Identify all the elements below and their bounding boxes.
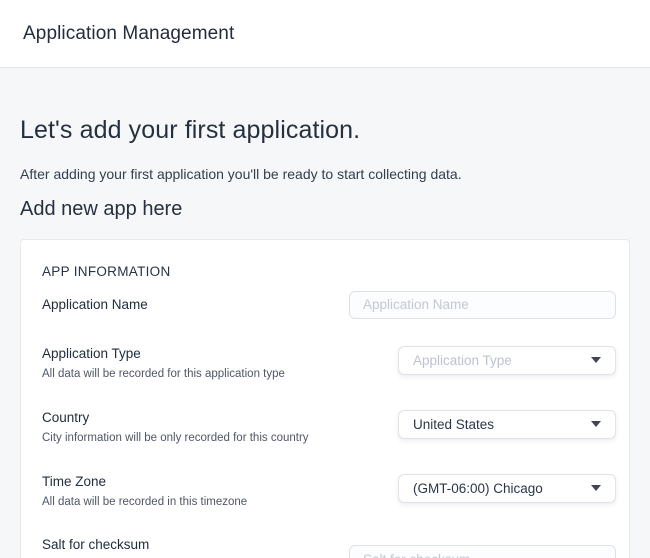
hero-heading: Let's add your first application. (20, 115, 630, 145)
hero-subheading: After adding your first application you'… (20, 166, 630, 183)
timezone-helper: All data will be recorded in this timezo… (42, 494, 247, 511)
add-new-app-heading: Add new app here (20, 198, 630, 221)
main-content: Let's add your first application. After … (0, 68, 650, 558)
timezone-label-col: Time Zone All data will be recorded in t… (42, 473, 257, 511)
application-type-label: Application Type (42, 345, 285, 363)
caret-down-icon (591, 357, 601, 363)
application-management-screen: Application Management Let's add your fi… (0, 0, 650, 558)
application-type-row: Application Type All data will be record… (42, 345, 616, 383)
application-type-label-col: Application Type All data will be record… (42, 345, 295, 383)
timezone-select-value: (GMT-06:00) Chicago (413, 481, 543, 496)
caret-down-icon (591, 485, 601, 491)
timezone-label: Time Zone (42, 473, 247, 491)
caret-down-icon (591, 421, 601, 427)
country-label: Country (42, 409, 309, 427)
country-row: Country City information will be only re… (42, 409, 616, 447)
timezone-select[interactable]: (GMT-06:00) Chicago (398, 474, 616, 503)
timezone-row: Time Zone All data will be recorded in t… (42, 473, 616, 511)
salt-label: Salt for checksum (42, 536, 334, 554)
app-information-section-title: APP INFORMATION (42, 264, 616, 279)
application-type-select-value: Application Type (413, 353, 512, 368)
page-header: Application Management (0, 0, 650, 68)
application-name-label: Application Name (42, 296, 148, 314)
page-title: Application Management (23, 23, 234, 45)
country-select[interactable]: United States (398, 410, 616, 439)
country-helper: City information will be only recorded f… (42, 430, 309, 447)
application-name-row: Application Name (42, 291, 616, 319)
salt-row: Salt for checksum Will only accept reque… (42, 536, 616, 558)
application-name-label-col: Application Name (42, 296, 158, 314)
application-name-input[interactable] (349, 291, 616, 319)
salt-for-checksum-input[interactable] (349, 545, 616, 558)
app-information-card: APP INFORMATION Application Name Applica… (20, 239, 630, 558)
salt-label-col: Salt for checksum Will only accept reque… (42, 536, 344, 558)
country-label-col: Country City information will be only re… (42, 409, 319, 447)
application-type-select[interactable]: Application Type (398, 346, 616, 375)
application-type-helper: All data will be recorded for this appli… (42, 366, 285, 383)
country-select-value: United States (413, 417, 494, 432)
